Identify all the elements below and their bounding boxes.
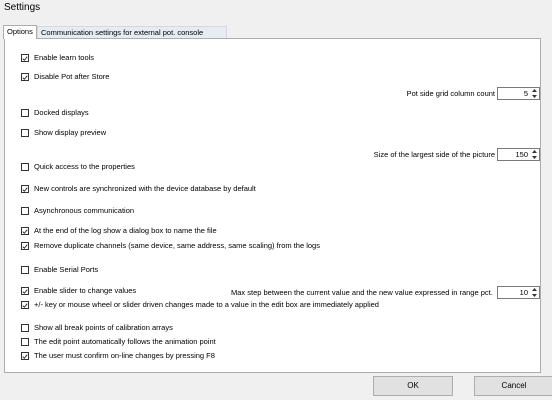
option-checkbox[interactable] bbox=[21, 227, 29, 235]
ok-button[interactable]: OK bbox=[373, 376, 453, 396]
option-checkbox[interactable] bbox=[21, 287, 29, 295]
option-checkbox[interactable] bbox=[21, 109, 29, 117]
option-label: Remove duplicate channels (same device, … bbox=[34, 241, 320, 250]
option-checkbox[interactable] bbox=[21, 207, 29, 215]
checkmark-icon bbox=[22, 302, 28, 308]
max-step-label: Max step between the current value and t… bbox=[231, 288, 493, 297]
picture-size-label: Size of the largest side of the picture bbox=[373, 150, 495, 159]
option-checkbox[interactable] bbox=[21, 54, 29, 62]
option-label: Disable Pot after Store bbox=[34, 72, 110, 81]
max-step-value: 10 bbox=[519, 288, 528, 297]
option-label: Asynchronous communication bbox=[34, 206, 135, 215]
option-checkbox[interactable] bbox=[21, 242, 29, 250]
option-label: Enable learn tools bbox=[34, 53, 95, 62]
option-label: The user must confirm on-line changes by… bbox=[34, 351, 215, 360]
option-label: Enable slider to change values bbox=[34, 286, 137, 295]
option-label: At the end of the log show a dialog box … bbox=[34, 226, 217, 235]
checkmark-icon bbox=[22, 353, 28, 359]
option-label: Show all break points of calibration arr… bbox=[34, 323, 173, 332]
tab-communication-settings[interactable]: Communication settings for external pot.… bbox=[37, 26, 227, 38]
grid-column-count-label: Pot side grid column count bbox=[406, 89, 495, 98]
option-checkbox[interactable] bbox=[21, 129, 29, 137]
spin-down-icon[interactable] bbox=[530, 94, 539, 100]
spin-down-icon[interactable] bbox=[530, 155, 539, 161]
checkmark-icon bbox=[22, 228, 28, 234]
checkmark-icon bbox=[22, 243, 28, 249]
max-step-spinbox[interactable]: 10 bbox=[497, 286, 540, 299]
tab-options[interactable]: Options bbox=[3, 25, 37, 39]
checkmark-icon bbox=[22, 288, 28, 294]
spin-down-icon[interactable] bbox=[530, 293, 539, 299]
option-label: New controls are synchronized with the d… bbox=[34, 184, 256, 193]
option-checkbox[interactable] bbox=[21, 185, 29, 193]
option-checkbox[interactable] bbox=[21, 163, 29, 171]
option-label: Quick access to the properties bbox=[34, 162, 135, 171]
checkmark-icon bbox=[22, 74, 28, 80]
option-checkbox[interactable] bbox=[21, 352, 29, 360]
picture-size-spinbox[interactable]: 150 bbox=[497, 148, 540, 161]
grid-column-count-value: 5 bbox=[523, 89, 528, 98]
option-label: +/- key or mouse wheel or slider driven … bbox=[34, 300, 379, 309]
window-title: Settings bbox=[4, 2, 41, 13]
option-checkbox[interactable] bbox=[21, 324, 29, 332]
option-checkbox[interactable] bbox=[21, 266, 29, 274]
picture-size-value: 150 bbox=[515, 150, 528, 159]
option-checkbox[interactable] bbox=[21, 301, 29, 309]
option-label: The edit point automatically follows the… bbox=[34, 337, 216, 346]
option-label: Show display preview bbox=[34, 128, 107, 137]
grid-column-count-spinbox[interactable]: 5 bbox=[497, 87, 540, 100]
option-label: Enable Serial Ports bbox=[34, 265, 99, 274]
checkmark-icon bbox=[22, 55, 28, 61]
cancel-button[interactable]: Cancel bbox=[474, 376, 552, 396]
option-label: Docked displays bbox=[34, 108, 89, 117]
option-checkbox[interactable] bbox=[21, 73, 29, 81]
checkmark-icon bbox=[22, 186, 28, 192]
option-checkbox[interactable] bbox=[21, 338, 29, 346]
